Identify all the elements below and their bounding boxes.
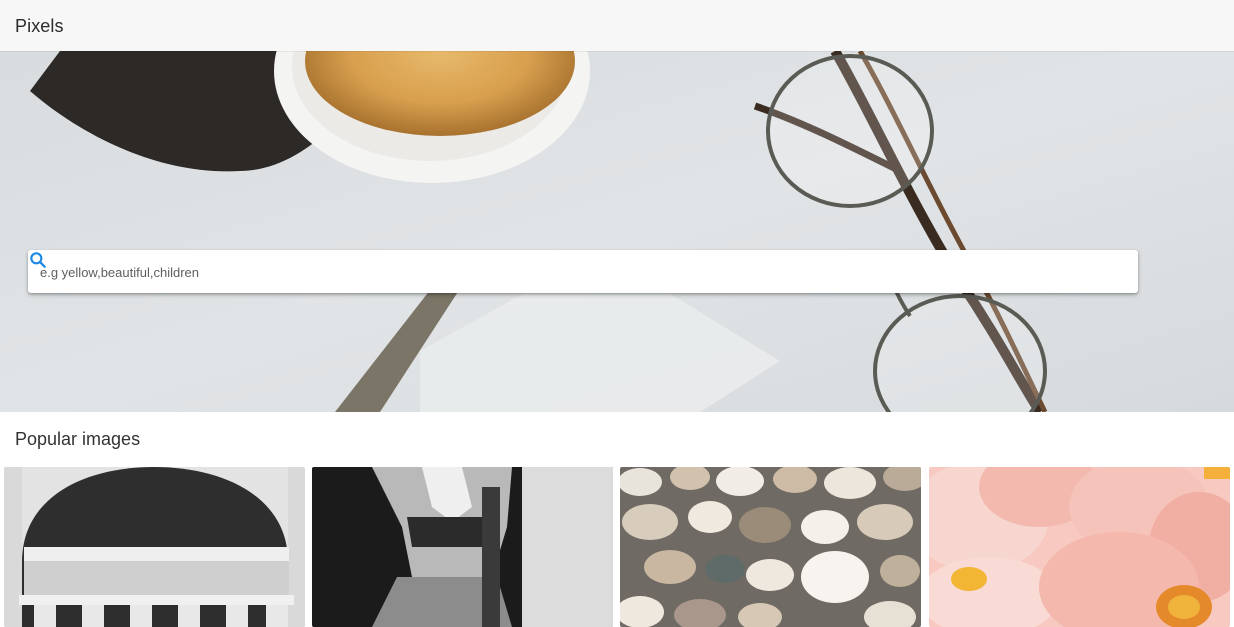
section-title-popular: Popular images — [15, 429, 141, 449]
hero-background-image — [0, 51, 1234, 412]
popular-gallery — [4, 467, 1232, 627]
gallery-image-woman[interactable] — [312, 467, 613, 627]
gallery-image-building[interactable] — [4, 467, 305, 627]
app-title: Pixels — [15, 16, 64, 36]
gallery-image-pebbles[interactable] — [620, 467, 921, 627]
search-icon[interactable] — [28, 250, 48, 270]
search-bar — [28, 250, 1138, 295]
hero-banner — [0, 51, 1234, 412]
app-bar: Pixels — [0, 0, 1234, 51]
search-input[interactable] — [38, 250, 1082, 295]
gallery-image-flowers[interactable] — [929, 467, 1230, 627]
